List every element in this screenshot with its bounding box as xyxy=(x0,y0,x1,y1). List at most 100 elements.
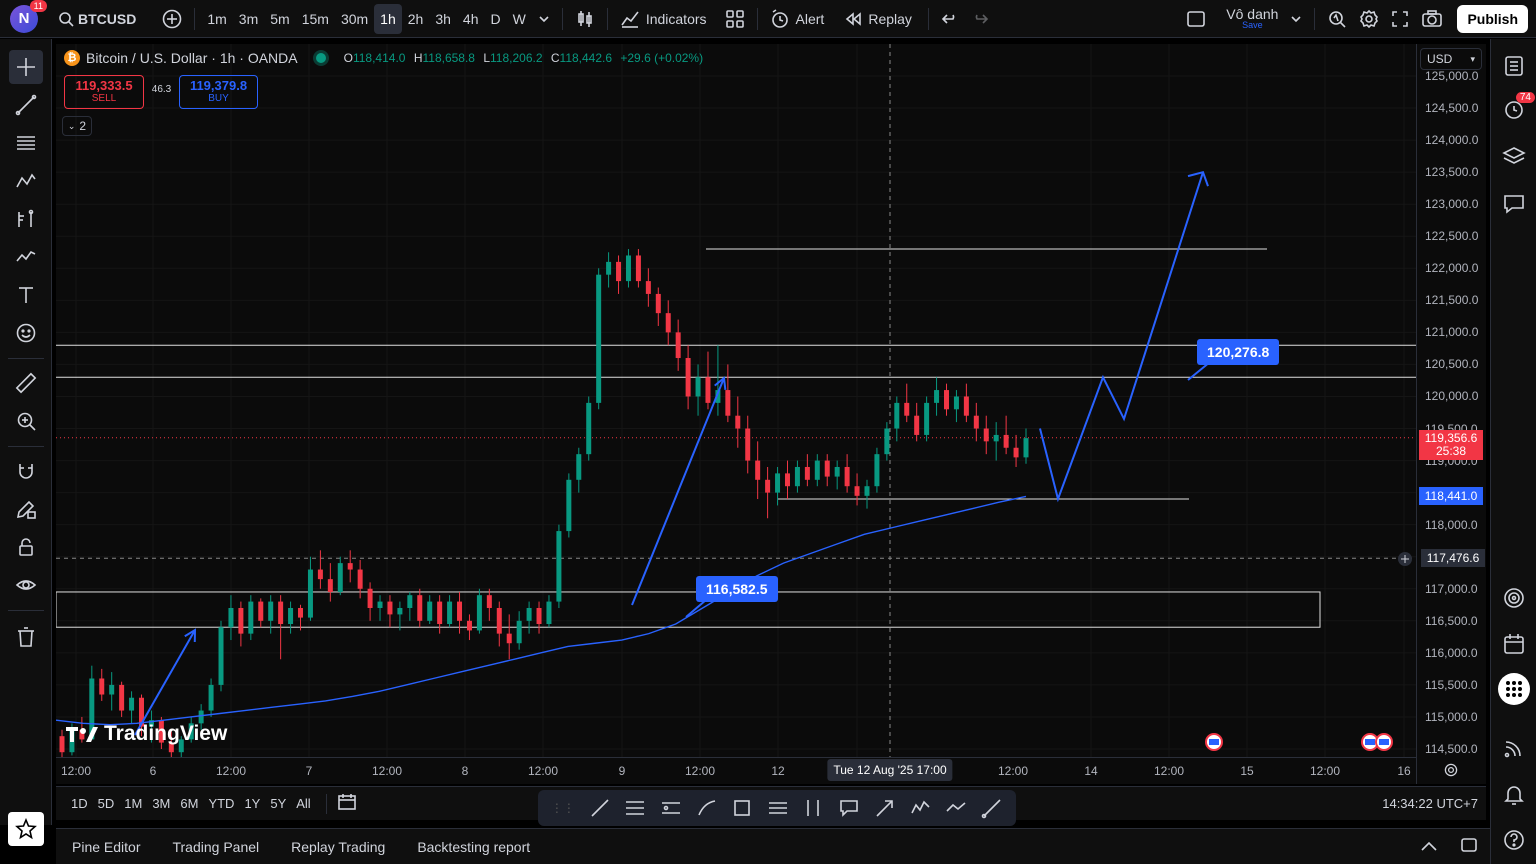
elliott-wave-icon[interactable] xyxy=(910,797,932,819)
text-tool[interactable] xyxy=(9,278,43,312)
price-callout-upper[interactable]: 120,276.8 xyxy=(1197,339,1280,365)
layout-menu-dropdown[interactable] xyxy=(1284,4,1308,34)
symbol-search[interactable]: BTCUSD xyxy=(52,4,142,34)
panel-tab-backtesting-report[interactable]: Backtesting report xyxy=(401,839,546,855)
magnet-tool[interactable] xyxy=(9,454,43,488)
publish-button[interactable]: Publish xyxy=(1457,4,1528,33)
panel-tab-replay-trading[interactable]: Replay Trading xyxy=(275,839,401,855)
timeframe-1h[interactable]: 1h xyxy=(374,3,402,34)
calendar-button[interactable] xyxy=(1499,629,1529,659)
axis-settings-button[interactable] xyxy=(1443,762,1459,783)
time-axis[interactable]: 12:00 6 12:00 7 12:00 8 12:00 9 12:00 12 14 12:00 15… xyxy=(56,757,1416,783)
range-5D[interactable]: 5D xyxy=(93,796,120,811)
range-3M[interactable]: 3M xyxy=(147,796,175,811)
emoji-tool[interactable] xyxy=(9,316,43,350)
streams-button[interactable] xyxy=(1499,733,1529,763)
price-axis[interactable]: 125,000.0 124,500.0 124,000.0 123,500.0 123,… xyxy=(1416,44,1486,784)
watchlist-button[interactable] xyxy=(1499,51,1529,81)
timeframe-dropdown[interactable] xyxy=(532,4,556,34)
us-flag-event-icon[interactable] xyxy=(1375,733,1393,751)
arrow-icon[interactable] xyxy=(874,797,896,819)
notifications-button[interactable] xyxy=(1499,779,1529,809)
timeframe-1m[interactable]: 1m xyxy=(201,4,232,34)
support-zone-rectangle[interactable] xyxy=(56,591,1321,628)
chart-pane[interactable] xyxy=(56,44,1486,784)
tradingview-logo[interactable]: TradingView xyxy=(66,722,227,746)
timeframe-2h[interactable]: 2h xyxy=(402,4,430,34)
arrow-drawing-early[interactable] xyxy=(134,628,197,736)
price-callout-lower[interactable]: 116,582.5 xyxy=(696,576,778,602)
maximize-panel-button[interactable] xyxy=(1460,837,1478,856)
quick-search-button[interactable] xyxy=(1321,4,1353,34)
lock-drawings-tool[interactable] xyxy=(9,530,43,564)
buy-button[interactable]: 119,379.8 BUY xyxy=(179,75,258,109)
rectangle-icon[interactable] xyxy=(731,797,753,819)
sell-button[interactable]: 119,333.5 SELL xyxy=(64,75,144,109)
chart-type-button[interactable] xyxy=(569,4,601,34)
fib-retracement-icon[interactable] xyxy=(624,797,646,819)
brush-tool[interactable] xyxy=(9,240,43,274)
trendline-icon[interactable] xyxy=(589,797,611,819)
pattern-tool[interactable] xyxy=(9,164,43,198)
horizontal-lines-icon[interactable] xyxy=(767,797,789,819)
ray-icon[interactable] xyxy=(981,797,1003,819)
fullscreen-button[interactable] xyxy=(1385,4,1415,34)
range-1M[interactable]: 1M xyxy=(119,796,147,811)
timeframe-15m[interactable]: 15m xyxy=(296,4,335,34)
brush-icon[interactable] xyxy=(696,797,718,819)
projection-path-drawing[interactable] xyxy=(1039,170,1209,503)
apps-button[interactable] xyxy=(1498,673,1530,705)
replay-button[interactable]: Replay xyxy=(838,4,918,34)
parallel-channel-icon[interactable] xyxy=(660,797,682,819)
callout-icon[interactable] xyxy=(838,797,860,819)
trendline-tool[interactable] xyxy=(9,88,43,122)
forecast-icon[interactable] xyxy=(803,797,825,819)
settings-button[interactable] xyxy=(1353,4,1385,34)
snapshot-button[interactable] xyxy=(1415,4,1449,34)
currency-select[interactable]: USD ▾ xyxy=(1420,48,1482,70)
symbol-title[interactable]: Bitcoin / U.S. Dollar · 1h · OANDA xyxy=(86,50,298,66)
range-1D[interactable]: 1D xyxy=(66,796,93,811)
arrow-drawing-rally[interactable] xyxy=(631,376,727,606)
us-flag-event-icon[interactable] xyxy=(1205,733,1223,751)
redo-button[interactable] xyxy=(965,4,995,34)
undo-button[interactable] xyxy=(935,4,965,34)
stay-drawing-tool[interactable] xyxy=(9,492,43,526)
hide-drawings-tool[interactable] xyxy=(9,568,43,602)
timeframe-30m[interactable]: 30m xyxy=(335,4,374,34)
path-icon[interactable] xyxy=(945,797,967,819)
chats-button[interactable] xyxy=(1499,189,1529,219)
clock-timezone[interactable]: 14:34:22 UTC+7 xyxy=(1382,796,1478,811)
panel-tab-trading-panel[interactable]: Trading Panel xyxy=(156,839,275,855)
layouts-button[interactable] xyxy=(719,4,751,34)
timeframe-4h[interactable]: 4h xyxy=(457,4,485,34)
forecast-tool[interactable] xyxy=(9,202,43,236)
indicators-collapse-toggle[interactable]: ⌄ 2 xyxy=(62,116,92,136)
range-All[interactable]: All xyxy=(291,796,315,811)
range-5Y[interactable]: 5Y xyxy=(265,796,291,811)
add-alert-plus-icon[interactable] xyxy=(1398,552,1412,566)
timeframe-3h[interactable]: 3h xyxy=(429,4,457,34)
range-1Y[interactable]: 1Y xyxy=(239,796,265,811)
zoom-tool[interactable] xyxy=(9,404,43,438)
crosshair-tool[interactable] xyxy=(9,50,43,84)
expand-panel-button[interactable] xyxy=(1420,839,1438,855)
help-button[interactable] xyxy=(1499,825,1529,855)
timeframe-W[interactable]: W xyxy=(507,4,532,34)
layout-name-button[interactable]: Vô danh Save xyxy=(1220,4,1284,34)
measure-tool[interactable] xyxy=(9,366,43,400)
compare-symbol-button[interactable] xyxy=(156,4,188,34)
range-YTD[interactable]: YTD xyxy=(203,796,239,811)
alert-button[interactable]: Alert xyxy=(764,4,831,34)
range-6M[interactable]: 6M xyxy=(175,796,203,811)
goto-date-button[interactable] xyxy=(337,793,357,814)
indicators-button[interactable]: Indicators xyxy=(614,4,713,34)
timeframe-5m[interactable]: 5m xyxy=(264,4,295,34)
data-window-button[interactable] xyxy=(1499,583,1529,613)
layout-select-checkbox[interactable] xyxy=(1180,4,1212,34)
alerts-button[interactable]: 74 xyxy=(1499,92,1535,124)
object-tree-button[interactable] xyxy=(1499,142,1529,172)
user-avatar[interactable]: N 11 xyxy=(10,0,47,33)
timeframe-3m[interactable]: 3m xyxy=(233,4,264,34)
fib-tool[interactable] xyxy=(9,126,43,160)
